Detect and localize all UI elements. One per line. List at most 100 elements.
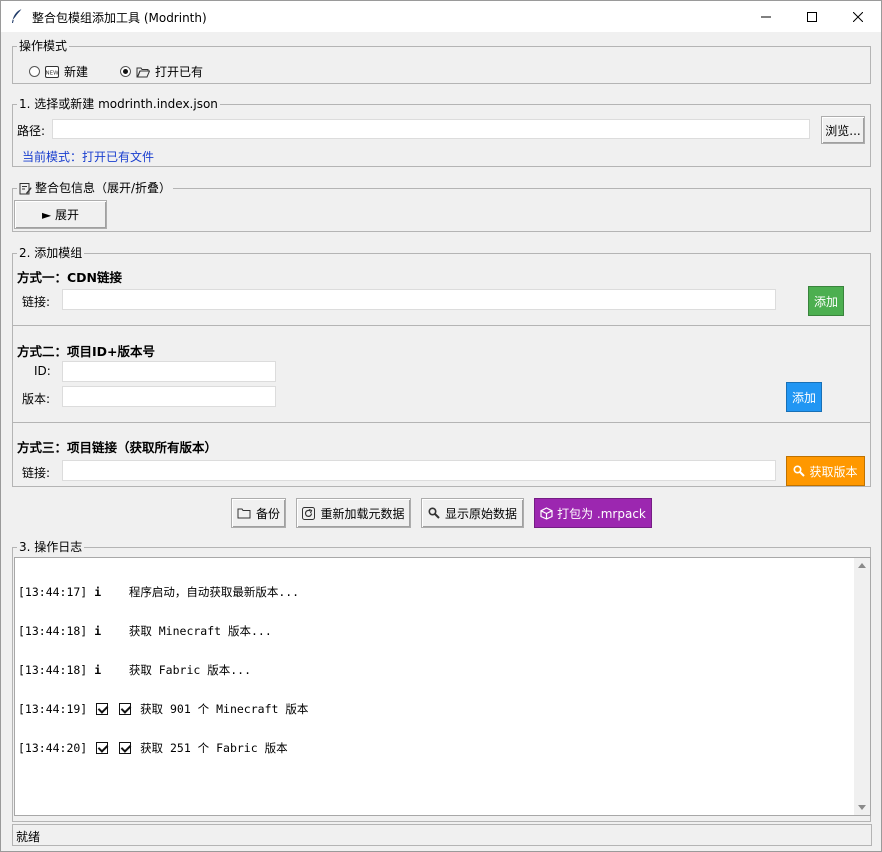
expand-button-label: ► 展开 [41,208,80,222]
checkbox-icon [96,742,109,754]
title-bar[interactable]: 整合包模组添加工具 (Modrinth) [1,1,881,32]
method1-link-input[interactable] [62,289,776,310]
method1-add-button[interactable]: 添加 [808,286,844,316]
select-file-group: 1. 选择或新建 modrinth.index.json 路径: 浏览... 当… [12,97,871,167]
divider [13,422,870,423]
pack-mrpack-button[interactable]: 打包为 .mrpack [534,498,652,528]
method2-title: 方式二：项目ID+版本号 [17,344,156,359]
radio-open-dot[interactable] [120,66,131,77]
method2-add-button[interactable]: 添加 [786,382,822,412]
method2-version-input[interactable] [62,386,276,407]
method2-id-input[interactable] [62,361,276,382]
select-file-legend: 1. 选择或新建 modrinth.index.json [17,97,220,111]
radio-new[interactable]: NEW 新建 [29,63,88,80]
log-line: [13:44:18] i 获取 Fabric 版本... [18,664,308,677]
checkbox-icon [119,742,132,754]
show-raw-data-label: 显示原始数据 [444,506,517,521]
maximize-button[interactable] [789,1,835,32]
add-mods-group: 2. 添加模组 方式一：CDN链接 链接: 添加 方式二：项目ID+版本号 ID… [12,246,871,487]
fetch-versions-button[interactable]: 获取版本 [786,456,865,486]
info-icon: i [94,585,102,599]
maximize-icon [807,11,817,22]
info-icon: i [94,663,102,677]
log-scrollbar[interactable] [854,558,870,815]
reload-metadata-button[interactable]: 重新加载元数据 [296,498,411,528]
log-text: 程序启动，自动获取最新版本... [128,585,300,599]
log-text: 获取 251 个 Fabric 版本 [140,741,288,755]
log-text: 获取 901 个 Minecraft 版本 [140,702,309,716]
show-raw-data-button[interactable]: 显示原始数据 [421,498,524,528]
search-icon [793,465,806,477]
pack-info-legend: 整合包信息（展开/折叠） [17,181,174,195]
browse-button[interactable]: 浏览... [821,116,865,144]
log-legend: 3. 操作日志 [17,540,85,554]
log-legend-text: 3. 操作日志 [19,540,83,554]
folder-icon [237,508,251,519]
mode-group: 操作模式 NEW 新建 打开已有 [12,39,871,84]
path-label: 路径: [17,124,46,138]
log-time: [13:44:19] [18,702,88,716]
path-input[interactable] [52,119,810,139]
radio-new-dot[interactable] [29,66,40,77]
method2-version-label: 版本: [22,392,51,406]
radio-open-label: 打开已有 [155,65,204,79]
search-icon [428,507,440,519]
method2-id-label: ID: [34,364,51,378]
method1-title: 方式一：CDN链接 [17,270,123,285]
log-time: [13:44:18] [18,624,88,638]
log-time: [13:44:20] [18,741,88,755]
pack-info-legend-text: 整合包信息（展开/折叠） [35,181,172,195]
browse-button-label: 浏览... [825,123,861,138]
window-title: 整合包模组添加工具 (Modrinth) [32,11,207,25]
radio-new-label: 新建 [64,65,89,79]
backup-button[interactable]: 备份 [231,498,286,528]
method3-link-label: 链接: [22,466,51,480]
svg-text:NEW: NEW [45,70,59,76]
checkbox-icon [119,703,132,715]
app-window: 整合包模组添加工具 (Modrinth) 操作模式 NEW 新建 打开已有 1.… [0,0,882,852]
method1-add-label: 添加 [813,294,838,309]
log-time: [13:44:18] [18,663,88,677]
select-file-legend-text: 1. 选择或新建 modrinth.index.json [19,97,218,111]
status-text: 就绪 [16,830,41,844]
method3-title: 方式三：项目链接（获取所有版本） [17,440,218,455]
backup-label: 备份 [255,506,280,521]
status-bar: 就绪 [12,824,872,846]
close-icon [853,11,863,22]
minimize-button[interactable] [743,1,789,32]
reload-icon [302,506,316,520]
pack-mrpack-label: 打包为 .mrpack [557,506,646,521]
method2-add-label: 添加 [791,390,816,405]
divider [13,325,870,326]
edit-note-icon [19,182,32,194]
log-line: [13:44:17] i 程序启动，自动获取最新版本... [18,586,308,599]
log-line: [13:44:19] 获取 901 个 Minecraft 版本 [18,703,308,716]
folder-open-icon [136,67,150,77]
feather-icon [12,8,23,23]
log-textbox[interactable]: [13:44:17] i 程序启动，自动获取最新版本... [13:44:18]… [14,557,871,816]
reload-metadata-label: 重新加载元数据 [320,506,405,521]
mode-legend-text: 操作模式 [19,39,68,53]
info-icon: i [94,624,102,638]
scroll-down-icon[interactable] [858,805,866,810]
log-text: 获取 Minecraft 版本... [128,624,272,638]
close-button[interactable] [835,1,881,32]
current-mode-text: 当前模式：打开已有文件 [22,150,155,164]
method3-link-input[interactable] [62,460,776,481]
radio-open-existing[interactable]: 打开已有 [120,63,203,80]
method1-link-label: 链接: [22,295,51,309]
scroll-up-icon[interactable] [858,563,866,568]
new-icon: NEW [45,65,59,78]
log-text: 获取 Fabric 版本... [128,663,251,677]
add-mods-legend: 2. 添加模组 [17,246,85,260]
expand-button[interactable]: ► 展开 [14,200,107,229]
checkbox-icon [96,703,109,715]
add-mods-legend-text: 2. 添加模组 [19,246,83,260]
fetch-versions-label: 获取版本 [809,464,858,479]
mode-legend: 操作模式 [17,39,70,53]
log-time: [13:44:17] [18,585,88,599]
log-line: [13:44:20] 获取 251 个 Fabric 版本 [18,742,308,755]
log-lines: [13:44:17] i 程序启动，自动获取最新版本... [13:44:18]… [18,560,308,781]
minimize-icon [761,16,771,17]
pack-info-group: 整合包信息（展开/折叠） ► 展开 [12,181,871,232]
